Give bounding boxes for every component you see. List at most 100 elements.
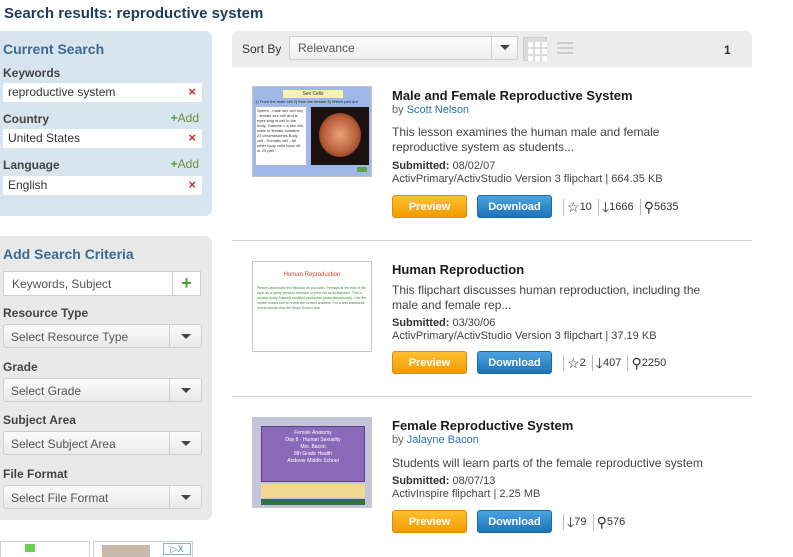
result-title[interactable]: Female Reproductive System bbox=[392, 418, 573, 433]
result-byline: by Scott Nelson bbox=[392, 104, 469, 116]
keywords-subject-input[interactable]: Keywords, Subject bbox=[3, 271, 173, 296]
thumb-text: Sperm - male sex cell boy - female sex c… bbox=[256, 107, 306, 165]
author-link[interactable]: Jalayne Bacon bbox=[407, 434, 479, 446]
sort-value: Relevance bbox=[298, 41, 355, 55]
result-thumbnail[interactable]: Female Anatomy Day 8 - Human Sexuality M… bbox=[252, 417, 372, 508]
divider bbox=[591, 355, 593, 372]
subject-area-select[interactable]: Select Subject Area bbox=[3, 431, 202, 455]
submitted-label: Submitted: bbox=[392, 475, 450, 487]
submitted-label: Submitted: bbox=[392, 317, 450, 329]
add-language-label: Add bbox=[177, 157, 199, 171]
author-link[interactable]: Scott Nelson bbox=[407, 104, 469, 116]
country-chip: United States × bbox=[3, 129, 202, 148]
remove-language-icon[interactable]: × bbox=[188, 177, 196, 192]
divider bbox=[563, 514, 564, 531]
sort-bar: Sort By Relevance 1 bbox=[232, 31, 752, 67]
result-item: Human Reproduction Please use/modify thi… bbox=[232, 241, 752, 397]
by-prefix: by bbox=[392, 104, 404, 116]
result-stats: ☆10 🡓1666 ⚲5635 bbox=[560, 197, 678, 217]
divider bbox=[563, 355, 564, 372]
remove-keyword-icon[interactable]: × bbox=[188, 84, 196, 99]
ad-image-left[interactable] bbox=[0, 541, 90, 557]
result-thumbnail[interactable]: Human Reproduction Please use/modify thi… bbox=[252, 261, 372, 352]
rating-count: 10 bbox=[579, 201, 592, 213]
result-thumbnail[interactable]: Sex Cells 1) From the male cell 2) from … bbox=[252, 86, 372, 177]
sort-select[interactable]: Relevance bbox=[289, 36, 518, 60]
keyword-chip-value: reproductive system bbox=[8, 85, 116, 99]
preview-button[interactable]: Preview bbox=[392, 351, 467, 374]
chevron-down-icon bbox=[169, 486, 201, 508]
remove-country-icon[interactable]: × bbox=[188, 130, 196, 145]
resource-type-select[interactable]: Select Resource Type bbox=[3, 324, 202, 348]
file-format: ActivInspire flipchart | 2.25 MB bbox=[392, 488, 541, 500]
result-item: Female Anatomy Day 8 - Human Sexuality M… bbox=[232, 397, 752, 557]
preview-button[interactable]: Preview bbox=[392, 510, 467, 533]
thumb-arrow-icon bbox=[357, 167, 367, 172]
download-count: 1666 bbox=[609, 201, 634, 213]
file-format-select[interactable]: Select File Format bbox=[3, 485, 202, 509]
result-title[interactable]: Human Reproduction bbox=[392, 262, 524, 277]
divider bbox=[563, 199, 564, 216]
page-title: Search results: reproductive system bbox=[4, 5, 264, 22]
add-keyword-button[interactable]: + bbox=[173, 271, 201, 296]
divider bbox=[627, 355, 629, 372]
ad-photo bbox=[102, 545, 150, 557]
download-button[interactable]: Download bbox=[477, 351, 552, 374]
file-format-value: Select File Format bbox=[11, 491, 109, 505]
download-button[interactable]: Download bbox=[477, 195, 552, 218]
language-chip: English × bbox=[3, 176, 202, 195]
grade-value: Select Grade bbox=[11, 384, 82, 398]
add-criteria-heading: Add Search Criteria bbox=[3, 246, 134, 262]
divider bbox=[592, 514, 594, 531]
download-arrow-icon: 🡓 bbox=[595, 355, 604, 372]
file-format: ActivPrimary/ActivStudio Version 3 flipc… bbox=[392, 173, 663, 185]
result-meta: Submitted: 08/07/13 ActivInspire flipcha… bbox=[392, 475, 540, 501]
views-icon: ⚲ bbox=[596, 514, 607, 531]
star-icon[interactable]: ☆ bbox=[567, 353, 580, 373]
grid-view-icon[interactable] bbox=[523, 37, 547, 61]
views-icon: ⚲ bbox=[631, 355, 642, 372]
resource-type-label: Resource Type bbox=[3, 306, 89, 320]
sort-by-label: Sort By bbox=[242, 42, 282, 56]
file-format: ActivPrimary/ActivStudio Version 3 flipc… bbox=[392, 330, 657, 342]
preview-button[interactable]: Preview bbox=[392, 195, 467, 218]
submitted-date: 03/30/06 bbox=[452, 317, 496, 329]
by-prefix: by bbox=[392, 434, 404, 446]
grade-select[interactable]: Select Grade bbox=[3, 378, 202, 402]
result-description: This flipchart discusses human reproduct… bbox=[392, 283, 701, 312]
add-criteria-panel: Add Search Criteria Keywords, Subject + … bbox=[0, 236, 212, 520]
submitted-date: 08/07/13 bbox=[452, 475, 496, 487]
thumb-footer-bar bbox=[261, 499, 365, 505]
ad-choices-icon[interactable]: ▷X bbox=[163, 543, 191, 555]
thumb-cell-image bbox=[311, 107, 369, 165]
keywords-label: Keywords bbox=[3, 66, 61, 80]
result-meta: Submitted: 08/02/07 ActivPrimary/ActivSt… bbox=[392, 160, 663, 186]
result-meta: Submitted: 03/30/06 ActivPrimary/ActivSt… bbox=[392, 317, 657, 343]
views-icon: ⚲ bbox=[643, 199, 654, 216]
view-count: 2250 bbox=[641, 357, 667, 369]
thumb-text: Please use/modify this flipchart as you … bbox=[257, 286, 367, 310]
download-button[interactable]: Download bbox=[477, 510, 552, 533]
page-number[interactable]: 1 bbox=[724, 43, 731, 57]
result-title[interactable]: Male and Female Reproductive System bbox=[392, 88, 633, 103]
chevron-down-icon bbox=[169, 325, 201, 347]
chevron-down-icon bbox=[169, 432, 201, 454]
divider bbox=[597, 199, 599, 216]
thumb-subheading: 1) From the male cell 2) from the female… bbox=[255, 99, 358, 104]
download-count: 407 bbox=[603, 357, 622, 369]
add-country-link[interactable]: +Add bbox=[171, 111, 199, 125]
star-icon[interactable]: ☆ bbox=[567, 197, 580, 217]
page: Search results: reproductive system Curr… bbox=[0, 0, 793, 557]
add-country-label: Add bbox=[177, 111, 199, 125]
thumb-heading: Human Reproduction bbox=[283, 272, 341, 278]
language-chip-value: English bbox=[8, 178, 48, 192]
result-stats: 🡓79 ⚲576 bbox=[560, 512, 625, 532]
language-label: Language bbox=[3, 158, 60, 172]
thumb-banner bbox=[261, 484, 365, 498]
add-language-link[interactable]: +Add bbox=[171, 157, 199, 171]
view-count: 5635 bbox=[653, 201, 679, 213]
thumb-lines: Female Anatomy Day 8 - Human Sexuality M… bbox=[262, 427, 364, 465]
thumb-line: 8th Grade Health bbox=[293, 451, 333, 457]
resource-type-value: Select Resource Type bbox=[11, 330, 129, 344]
list-view-icon[interactable] bbox=[553, 37, 577, 61]
